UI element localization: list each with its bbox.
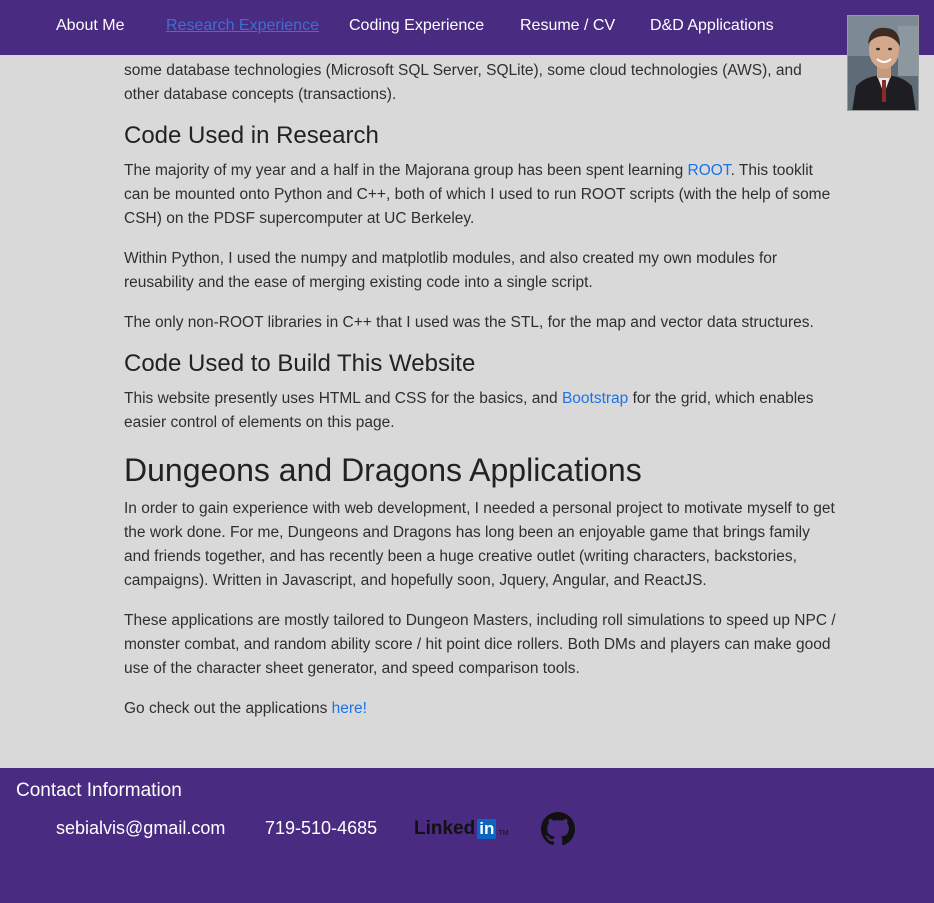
footer-title: Contact Information bbox=[16, 780, 182, 801]
contact-phone: 719-510-4685 bbox=[265, 818, 378, 838]
github-icon[interactable] bbox=[541, 812, 575, 846]
dnd-p3-text: Go check out the applications bbox=[124, 700, 332, 717]
root-link[interactable]: ROOT bbox=[688, 162, 731, 179]
website-paragraph: This website presently uses HTML and CSS… bbox=[124, 387, 838, 435]
footer: Contact Information sebialvis@gmail.com … bbox=[0, 768, 934, 903]
research-paragraph-3: The only non-ROOT libraries in C++ that … bbox=[124, 314, 814, 331]
profile-photo-image bbox=[848, 16, 918, 110]
bootstrap-link[interactable]: Bootstrap bbox=[562, 390, 628, 407]
nav-dnd-applications[interactable]: D&D Applications bbox=[650, 17, 774, 35]
website-heading: Code Used to Build This Website bbox=[124, 350, 476, 377]
linkedin-icon[interactable]: Linked in TM bbox=[414, 818, 508, 840]
dnd-heading: Dungeons and Dragons Applications bbox=[124, 452, 642, 488]
linkedin-logo-text: Linked bbox=[414, 818, 476, 839]
dnd-paragraph-3: Go check out the applications here! bbox=[124, 697, 838, 721]
website-text-pre: This website presently uses HTML and CSS… bbox=[124, 390, 562, 407]
research-heading: Code Used in Research bbox=[124, 122, 379, 149]
nav-coding-experience[interactable]: Coding Experience bbox=[349, 17, 484, 35]
intro-line-1: some database technologies (Microsoft SQ… bbox=[124, 62, 802, 79]
intro-line-2: other database concepts (transactions). bbox=[124, 86, 397, 103]
research-paragraph-2: Within Python, I used the numpy and matp… bbox=[124, 250, 778, 291]
nav-research-experience[interactable]: Research Experience bbox=[166, 17, 319, 35]
profile-photo bbox=[847, 15, 919, 111]
nav-about-me[interactable]: About Me bbox=[56, 17, 124, 35]
dnd-paragraph-1: In order to gain experience with web dev… bbox=[124, 500, 835, 589]
dnd-paragraph-2: These applications are mostly tailored t… bbox=[124, 612, 836, 677]
linkedin-tm: TM bbox=[498, 829, 509, 837]
top-navbar: About Me Research Experience Coding Expe… bbox=[0, 0, 934, 55]
linkedin-logo-box: in bbox=[477, 819, 497, 839]
research-p1-text-pre: The majority of my year and a half in th… bbox=[124, 162, 688, 179]
nav-resume-cv[interactable]: Resume / CV bbox=[520, 17, 615, 35]
dnd-apps-here-link[interactable]: here! bbox=[332, 700, 367, 717]
contact-email[interactable]: sebialvis@gmail.com bbox=[56, 818, 225, 839]
research-paragraph-1: The majority of my year and a half in th… bbox=[124, 159, 838, 231]
